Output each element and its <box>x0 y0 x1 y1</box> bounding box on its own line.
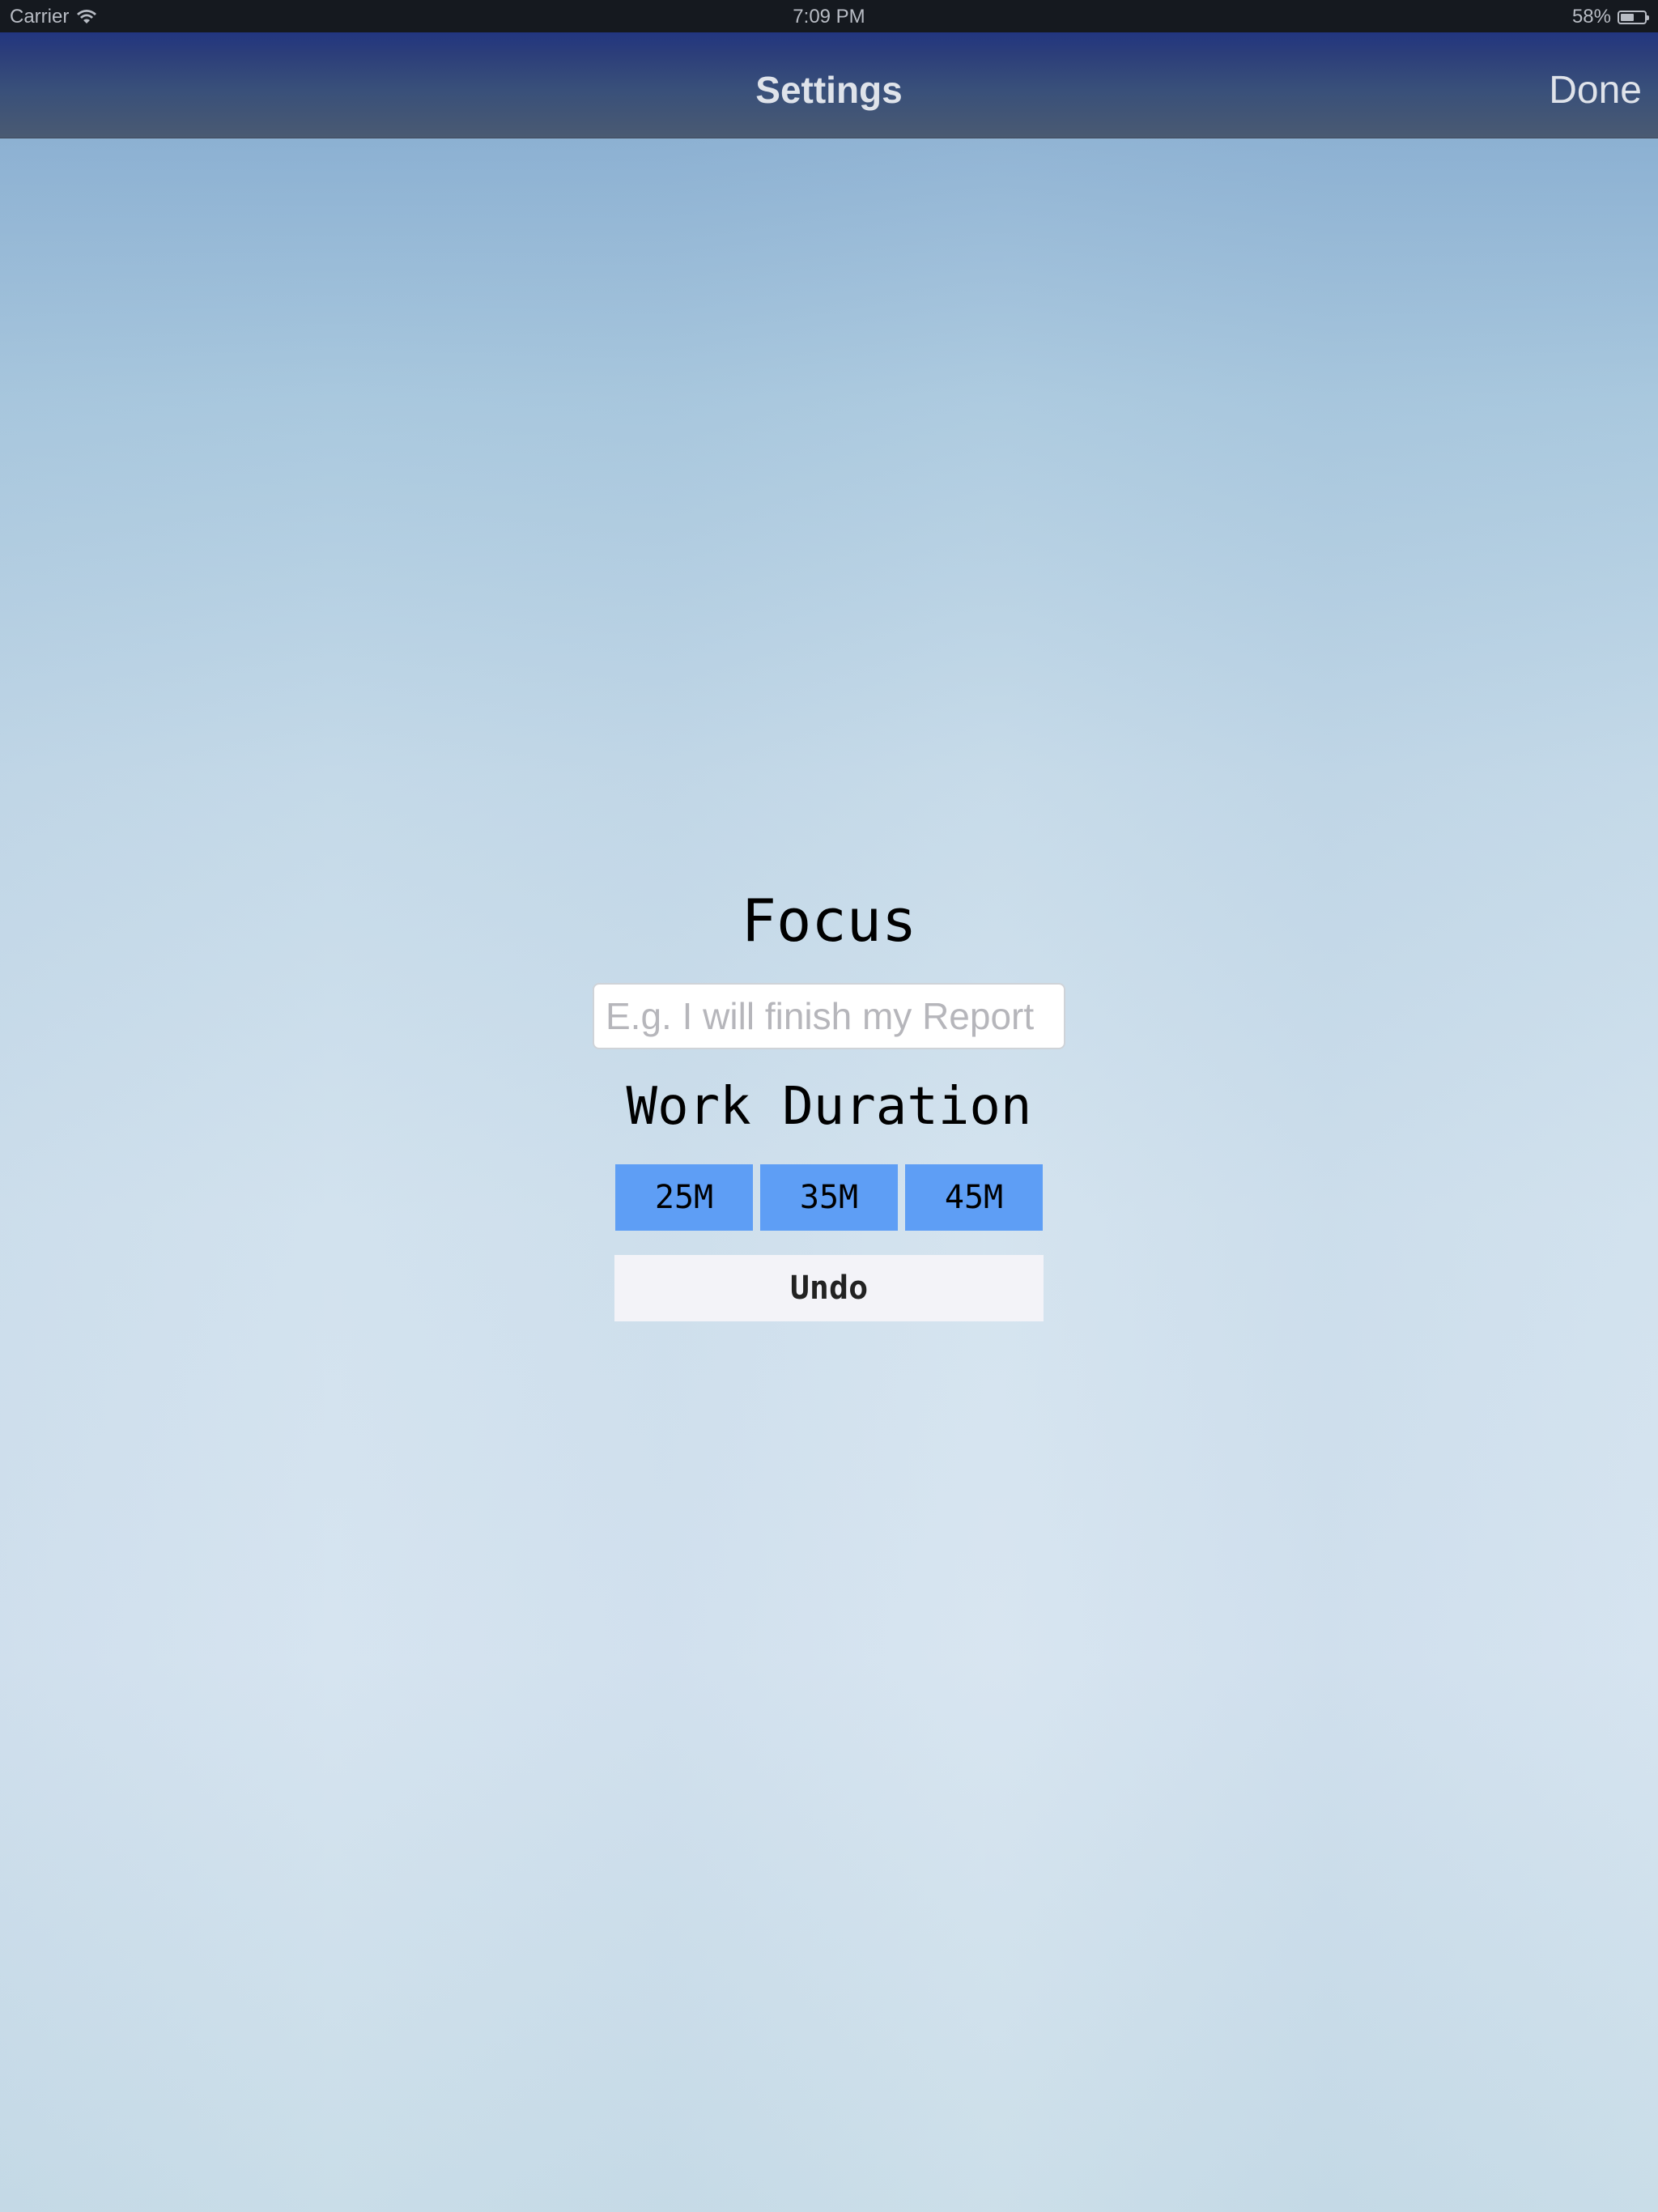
battery-percent: 58% <box>1571 6 1611 28</box>
duration-45m-button[interactable]: 45M <box>905 1164 1043 1231</box>
duration-25m-button[interactable]: 25M <box>615 1164 753 1231</box>
battery-fill <box>1621 13 1635 21</box>
duration-35m-button[interactable]: 35M <box>760 1164 898 1231</box>
navigation-bar: Settings Done <box>0 32 1658 138</box>
battery-icon <box>1618 10 1649 24</box>
status-time: 7:09 PM <box>793 6 865 28</box>
status-right: 58% <box>1571 6 1649 28</box>
work-duration-heading: Work Duration <box>626 1077 1032 1137</box>
page-title: Settings <box>755 69 903 111</box>
duration-options: 25M 35M 45M <box>615 1164 1043 1231</box>
done-button[interactable]: Done <box>1549 68 1642 113</box>
focus-heading: Focus <box>741 887 917 955</box>
undo-button[interactable]: Undo <box>614 1255 1044 1321</box>
status-bar: Carrier 7:09 PM 58% <box>0 0 1658 32</box>
focus-goal-input[interactable] <box>593 983 1065 1049</box>
